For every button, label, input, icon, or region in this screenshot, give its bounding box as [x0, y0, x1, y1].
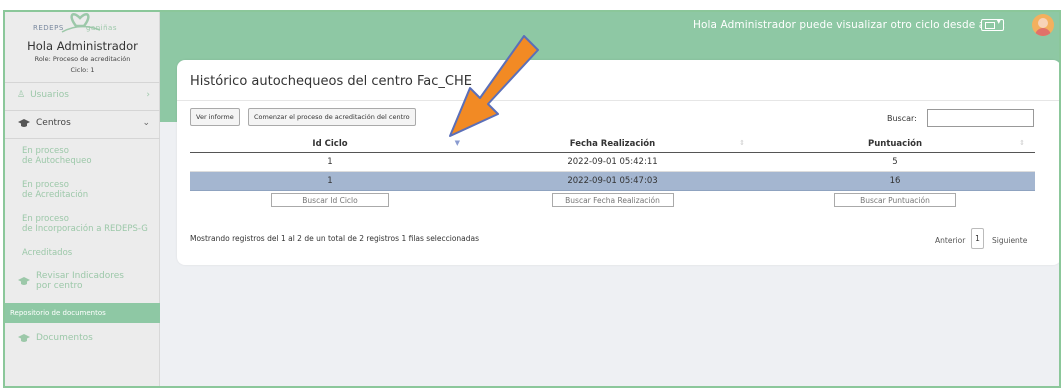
table-info: Mostrando registros del 1 al 2 de un tot… — [190, 234, 480, 243]
graduation-cap-icon — [17, 118, 31, 128]
sidebar-item-acreditados[interactable]: Acreditados — [22, 248, 72, 258]
logo-text-left: REDEPS — [33, 24, 64, 32]
chevron-right-icon: › — [146, 90, 150, 100]
view-report-button[interactable]: Ver informe — [190, 108, 240, 126]
user-icon: ♙ — [17, 90, 26, 100]
history-panel: Histórico autochequeos del centro Fac_CH… — [177, 60, 1059, 265]
section-repositorio: Repositorio de documentos — [5, 303, 160, 323]
previous-page-button[interactable]: Anterior — [935, 236, 965, 245]
sidebar-item-incorporacion[interactable]: En proceso de Incorporación a REDEPS-G — [22, 214, 148, 234]
sidebar-greeting: Hola Administrador — [27, 39, 138, 53]
sidebar-item-autochequeo[interactable]: En proceso de Autochequeo — [22, 146, 92, 166]
sidebar-item-label: Centros — [36, 118, 71, 128]
annotation-arrow-icon — [449, 35, 539, 137]
page-title: Histórico autochequeos del centro Fac_CH… — [190, 74, 472, 89]
sidebar-role: Role: Proceso de acreditación — [34, 55, 131, 63]
column-header-puntuacion[interactable]: Puntuación ⇕ — [755, 136, 1035, 153]
next-page-button[interactable]: Siguiente — [992, 236, 1027, 245]
column-header-id-ciclo[interactable]: Id Ciclo ▼ — [190, 136, 470, 153]
chevron-down-icon: ▾ — [996, 17, 1001, 27]
page-number-button[interactable]: 1 — [971, 228, 984, 249]
sidebar-item-label: Documentos — [36, 333, 93, 343]
sort-icon: ⇕ — [1019, 139, 1025, 147]
avatar[interactable] — [1032, 14, 1054, 36]
start-accreditation-button[interactable]: Comenzar el proceso de acreditación del … — [248, 108, 416, 126]
graduation-cap-icon — [17, 276, 31, 286]
search-input[interactable] — [927, 109, 1034, 127]
divider — [5, 138, 160, 139]
sort-icon: ⇕ — [739, 139, 745, 147]
logo: REDEPS ganiñas — [28, 12, 132, 36]
divider — [177, 100, 1059, 101]
sidebar-cycle: Ciclo: 1 — [70, 66, 95, 74]
logo-text-right: ganiñas — [86, 24, 117, 32]
sidebar: REDEPS ganiñas Hola Administrador Role: … — [5, 12, 160, 386]
table-row[interactable]: 1 2022-09-01 05:42:11 5 — [190, 152, 1035, 172]
history-table: Id Ciclo ▼ Fecha Realización ⇕ Puntuación ⇕… — [190, 136, 1035, 210]
table-row-selected[interactable]: 1 2022-09-01 05:47:03 16 — [190, 171, 1035, 191]
chevron-down-icon: ⌄ — [142, 118, 150, 128]
divider — [5, 110, 160, 111]
sidebar-item-acreditacion[interactable]: En proceso de Acreditación — [22, 180, 88, 200]
filter-id-ciclo-input[interactable] — [271, 193, 389, 208]
divider — [5, 82, 160, 83]
app-window: Hola Administrador puede visualizar otro… — [3, 10, 1061, 388]
filter-puntuacion-input[interactable] — [834, 193, 956, 208]
graduation-cap-icon — [17, 333, 31, 343]
filter-fecha-input[interactable] — [551, 193, 674, 208]
sidebar-item-label: Usuarios — [30, 90, 69, 100]
cycle-selector[interactable]: ▾ — [981, 17, 1004, 31]
search-label: Buscar: — [887, 114, 917, 123]
header-greeting: Hola Administrador puede visualizar otro… — [693, 19, 1006, 31]
